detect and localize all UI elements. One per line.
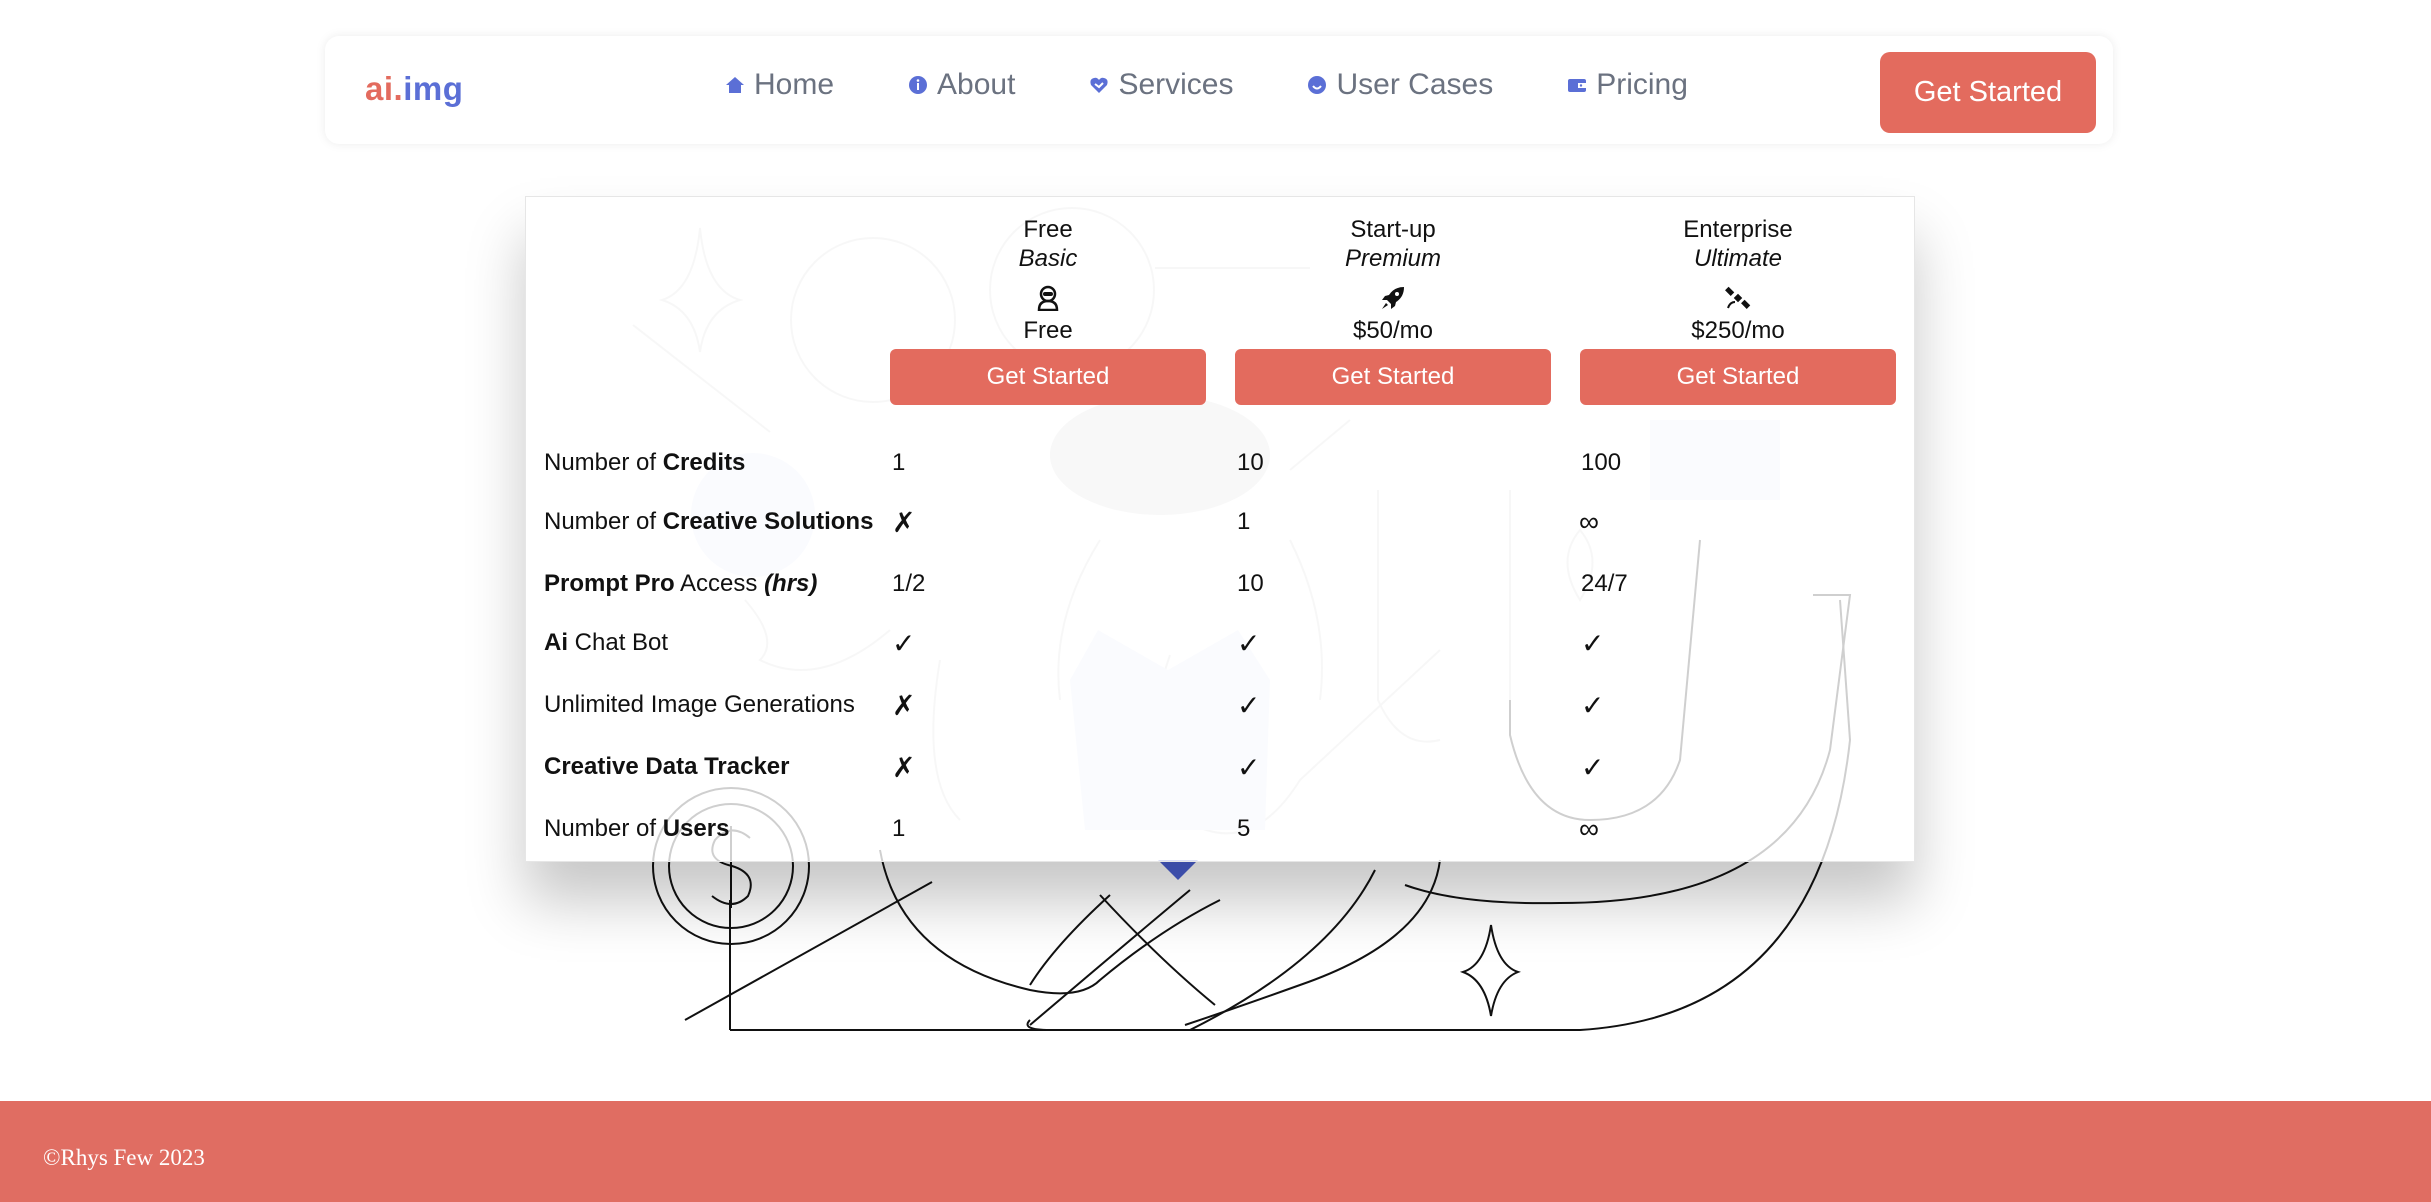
plan-tier: Ultimate [1693, 245, 1783, 272]
cell-free-chat-bot: ✓ [892, 628, 916, 659]
services-icon [1090, 77, 1109, 93]
cell-startup-chat-bot: ✓ [1237, 628, 1261, 659]
feature-label-users: Number of Users [544, 815, 730, 842]
plan-price: $250/mo [1691, 317, 1785, 344]
cell-startup-unlimited-images: ✓ [1237, 690, 1261, 721]
nav-item-home[interactable]: Home [725, 68, 834, 102]
plan-startup: Start-up Premium $50/mo Get Started [1235, 215, 1551, 405]
feature-label-unlimited-images: Unlimited Image Generations [544, 691, 855, 718]
nav-item-label: User Cases [1336, 68, 1494, 101]
nav-item-label: About [937, 68, 1016, 101]
feature-label-data-tracker: Creative Data Tracker [544, 753, 790, 780]
feature-label-chat-bot: Ai Chat Bot [544, 629, 669, 656]
brand-logo-part2: img [403, 70, 464, 107]
nav-item-label: Pricing [1596, 68, 1688, 101]
info-icon [909, 76, 928, 94]
feature-label-creative-solutions: Number of Creative Solutions [544, 508, 874, 535]
plan-price: $50/mo [1352, 317, 1434, 344]
nav-item-services[interactable]: Services [1089, 68, 1233, 102]
wallet-icon [1568, 79, 1587, 92]
cell-free-prompt-pro: 1/2 [892, 570, 926, 597]
cell-startup-users: 5 [1237, 815, 1251, 842]
nav-item-user-cases[interactable]: User Cases [1307, 68, 1493, 102]
cell-free-unlimited-images: ✗ [892, 690, 916, 721]
nav-item-label: Home [754, 68, 835, 101]
cell-free-data-tracker: ✗ [892, 752, 916, 783]
brand-logo[interactable]: ai.img [365, 70, 463, 108]
nav-item-about[interactable]: About [908, 68, 1015, 102]
cell-enterprise-users: ∞ [1579, 813, 1599, 844]
plan-tier: Premium [1344, 245, 1441, 272]
cell-enterprise-data-tracker: ✓ [1581, 752, 1605, 783]
plan-price: Free [1023, 317, 1073, 344]
plan-get-started-button[interactable]: Get Started [1235, 349, 1551, 405]
satellite-icon [1725, 286, 1751, 309]
home-icon [726, 77, 744, 93]
plan-get-started-button[interactable]: Get Started [890, 349, 1206, 405]
rocket-icon [1382, 287, 1404, 309]
cell-startup-data-tracker: ✓ [1237, 752, 1261, 783]
user-astronaut-icon [1037, 285, 1059, 312]
plan-tier: Basic [1018, 245, 1078, 272]
plan-free: Free Basic Free Get Started [890, 215, 1206, 405]
footer: ©Rhys Few 2023 [0, 1101, 2431, 1202]
cell-enterprise-prompt-pro: 24/7 [1581, 570, 1628, 597]
nav-links: Home About Services User Cases Pricing [725, 68, 1762, 102]
plan-name: Start-up [1350, 216, 1436, 243]
plan-name: Enterprise [1683, 216, 1793, 243]
cell-enterprise-chat-bot: ✓ [1581, 628, 1605, 659]
cell-enterprise-credits: 100 [1581, 449, 1622, 476]
get-started-button[interactable]: Get Started [1880, 52, 2096, 133]
navbar: ai.img Home About Services User Cases Pr… [325, 36, 2113, 144]
cell-enterprise-creative-solutions: ∞ [1579, 506, 1599, 537]
cell-free-creative-solutions: ✗ [892, 507, 916, 538]
plan-name: Free [1023, 216, 1073, 243]
copyright-text: ©Rhys Few 2023 [43, 1145, 205, 1170]
cell-startup-creative-solutions: 1 [1237, 508, 1251, 535]
cell-enterprise-unlimited-images: ✓ [1581, 690, 1605, 721]
cell-free-users: 1 [892, 815, 906, 842]
cell-startup-credits: 10 [1237, 449, 1264, 476]
user-cases-icon [1308, 76, 1327, 94]
pricing-table: Free Basic Free Get Started Start-up Pre… [525, 196, 1915, 862]
brand-logo-part1: ai. [365, 70, 404, 107]
cell-free-credits: 1 [892, 449, 906, 476]
plan-get-started-button[interactable]: Get Started [1580, 349, 1896, 405]
cell-startup-prompt-pro: 10 [1237, 570, 1264, 597]
feature-label-credits: Number of Credits [544, 449, 746, 476]
feature-label-prompt-pro: Prompt Pro Access (hrs) [544, 570, 818, 597]
nav-item-label: Services [1118, 68, 1234, 101]
nav-item-pricing[interactable]: Pricing [1567, 68, 1688, 102]
plan-enterprise: Enterprise Ultimate $250/mo Get Started [1580, 215, 1896, 405]
